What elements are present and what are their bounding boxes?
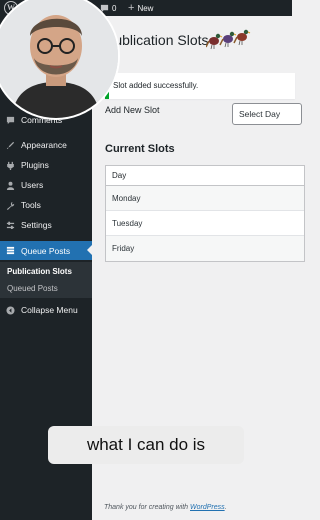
menu-label: Users	[21, 180, 44, 190]
success-notice: Slot added successfully.	[105, 73, 295, 99]
page-title: Publication Slots	[105, 32, 209, 48]
current-slots-heading: Current Slots	[105, 143, 175, 155]
collapse-label: Collapse Menu	[21, 305, 78, 315]
user-icon	[6, 181, 15, 190]
presenter-face-image	[0, 0, 118, 118]
day-select[interactable]: Select Day	[232, 103, 302, 125]
new-label: New	[137, 3, 154, 13]
table-row: Friday	[106, 236, 304, 261]
menu-item-queue-posts[interactable]: Queue Posts	[0, 241, 92, 260]
queue-icon	[6, 246, 15, 255]
menu-item-tools[interactable]: Tools	[0, 196, 92, 214]
menu-label: Settings	[21, 220, 52, 230]
table-row: Tuesday	[106, 211, 304, 236]
table-header-day: Day	[106, 166, 304, 186]
menu-item-plugins[interactable]: Plugins	[0, 156, 92, 174]
slots-table: Day Monday Tuesday Friday	[105, 165, 305, 262]
submenu-publication-slots[interactable]: Publication Slots	[7, 267, 72, 276]
submenu-queued-posts[interactable]: Queued Posts	[7, 284, 58, 293]
settings-icon	[6, 221, 15, 229]
comments-count-value: 0	[112, 3, 117, 13]
menu-label: Appearance	[21, 140, 67, 150]
menu-label: Queue Posts	[21, 245, 71, 256]
collapse-arrow-icon	[6, 305, 15, 315]
table-row: Monday	[106, 186, 304, 211]
new-content-button[interactable]: + New	[128, 2, 153, 14]
comment-icon	[6, 116, 15, 124]
wordpress-link[interactable]: WordPress	[190, 504, 225, 511]
footer-text: Thank you for creating with	[104, 504, 189, 511]
menu-item-appearance[interactable]: Appearance	[0, 136, 92, 154]
brush-icon	[6, 141, 15, 149]
collapse-menu-button[interactable]: Collapse Menu	[0, 301, 92, 319]
admin-footer: Thank you for creating with WordPress.	[104, 504, 227, 511]
pheasant-logo-icon	[206, 29, 251, 50]
menu-label: Tools	[21, 200, 41, 210]
queue-posts-submenu: Publication Slots Queued Posts	[0, 262, 92, 298]
menu-item-settings[interactable]: Settings	[0, 216, 92, 234]
footer-period: .	[224, 504, 227, 511]
plug-icon	[7, 161, 14, 170]
add-new-slot-label: Add New Slot	[105, 105, 160, 115]
menu-label: Plugins	[21, 160, 49, 170]
plus-icon: +	[128, 2, 135, 14]
wrench-icon	[6, 201, 15, 210]
video-caption: what I can do is	[48, 426, 244, 464]
menu-item-users[interactable]: Users	[0, 176, 92, 194]
